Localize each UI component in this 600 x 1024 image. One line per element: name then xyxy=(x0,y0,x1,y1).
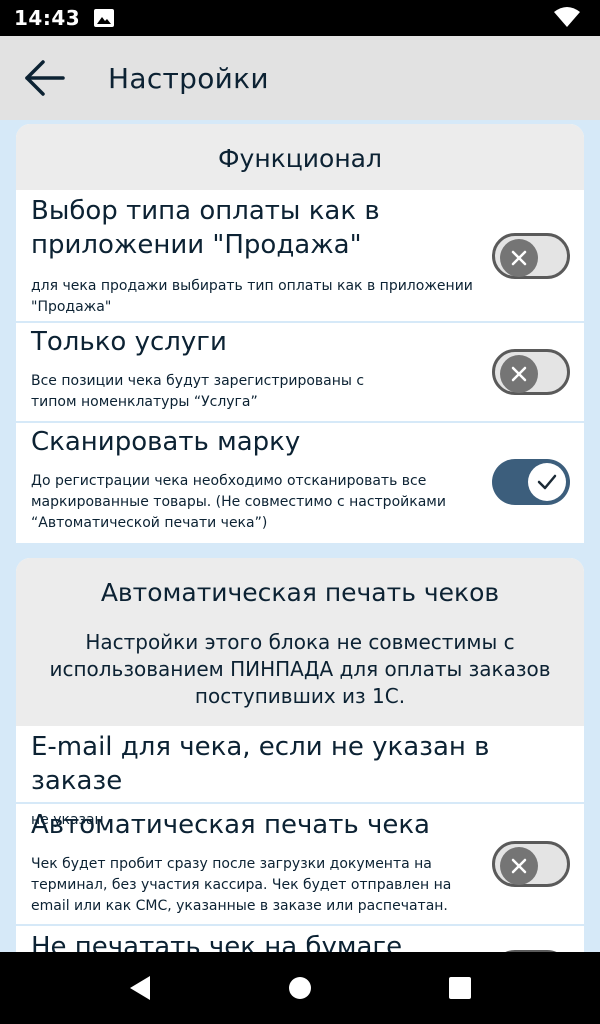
wifi-icon xyxy=(554,7,580,27)
setting-row-payment-type[interactable]: Выбор типа оплаты как в приложении "Прод… xyxy=(16,190,584,323)
setting-row-services-only[interactable]: Только услуги Все позиции чека будут зар… xyxy=(16,323,584,423)
check-icon xyxy=(537,474,557,490)
status-time: 14:43 xyxy=(14,6,81,30)
settings-content[interactable]: Функционал Выбор типа оплаты как в прило… xyxy=(0,120,600,952)
setting-title: Сканировать марку xyxy=(31,427,301,457)
triangle-back-icon xyxy=(130,976,150,1000)
card-auto-print: Автоматическая печать чеков Настройки эт… xyxy=(16,558,584,952)
setting-title: Только услуги xyxy=(31,327,227,357)
setting-row-no-paper[interactable]: Не печатать чек на бумаге xyxy=(16,926,584,952)
image-notification-icon xyxy=(94,9,115,27)
card-auto-print-header: Автоматическая печать чеков Настройки эт… xyxy=(16,558,584,726)
card-functional-header: Функционал xyxy=(16,124,584,190)
toggle-payment-type[interactable] xyxy=(492,233,570,279)
toggle-auto-print[interactable] xyxy=(492,841,570,887)
setting-row-email[interactable]: E-mail для чека, если не указан в заказе… xyxy=(16,726,584,828)
nav-home-button[interactable] xyxy=(270,958,330,1018)
back-button[interactable] xyxy=(0,36,88,120)
setting-title: E-mail для чека, если не указан в заказе xyxy=(31,732,490,796)
page-title: Настройки xyxy=(108,61,269,95)
arrow-left-icon xyxy=(25,60,65,96)
close-icon xyxy=(511,858,527,874)
setting-row-auto-print[interactable]: Автоматическая печать чека Чек будет про… xyxy=(16,804,584,926)
status-bar: 14:43 xyxy=(0,0,600,36)
toggle-knob xyxy=(500,355,538,393)
app-bar: Настройки xyxy=(0,36,600,120)
card-auto-print-note: Настройки этого блока не совместимы с ис… xyxy=(49,630,551,708)
system-nav-bar xyxy=(0,952,600,1024)
circle-home-icon xyxy=(289,977,311,999)
toggle-knob xyxy=(500,239,538,277)
toggle-knob xyxy=(500,847,538,885)
toggle-services-only[interactable] xyxy=(492,349,570,395)
close-icon xyxy=(511,366,527,382)
square-recents-icon xyxy=(449,977,471,999)
card-auto-print-title: Автоматическая печать чеков xyxy=(100,578,500,607)
card-functional-title: Функционал xyxy=(218,144,382,173)
nav-back-button[interactable] xyxy=(110,958,170,1018)
card-functional: Функционал Выбор типа оплаты как в прило… xyxy=(16,124,584,543)
setting-row-scan-mark[interactable]: Сканировать марку До регистрации чека не… xyxy=(16,423,584,543)
setting-title: Не печатать чек на бумаге xyxy=(31,932,403,952)
toggle-scan-mark[interactable] xyxy=(492,459,570,505)
nav-recents-button[interactable] xyxy=(430,958,490,1018)
setting-title: Автоматическая печать чека xyxy=(31,810,430,840)
toggle-knob xyxy=(528,463,566,501)
close-icon xyxy=(511,250,527,266)
